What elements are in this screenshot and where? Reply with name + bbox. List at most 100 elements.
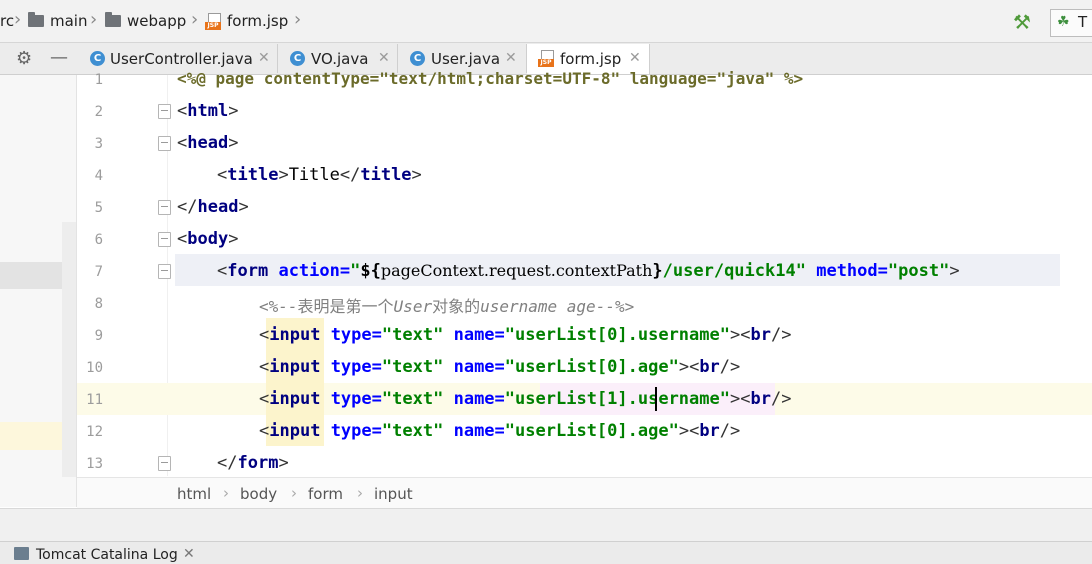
tag-name: input (269, 389, 321, 409)
navigation-bar: rc › main › webapp › JSP form.jsp › (0, 0, 1092, 43)
chevron-right-icon: › (14, 9, 22, 30)
structure-breadcrumb: html › body › form › input (77, 477, 1092, 508)
jsp-directive: <%@ page contentType="text/html;charset=… (177, 69, 804, 88)
tag-name: input (269, 325, 321, 345)
tomcat-icon: ☘ (1057, 14, 1070, 30)
attribute-name: type (330, 389, 372, 409)
fold-marker-icon[interactable] (158, 200, 171, 215)
tag-name: br (699, 421, 720, 441)
comment-marker: --%> (595, 297, 635, 316)
attribute-value: text (392, 325, 434, 345)
fold-marker-icon[interactable] (158, 264, 171, 279)
chevron-right-icon: › (223, 484, 229, 502)
line-number: 12 (86, 424, 103, 440)
tag-name: form (237, 453, 279, 473)
line-number: 10 (86, 360, 103, 376)
code-line-12: <input type="text" name="userList[0].age… (259, 421, 741, 441)
attribute-value: text (392, 389, 434, 409)
comment-marker: <%-- (259, 297, 298, 316)
breadcrumb-body[interactable]: body (240, 485, 277, 503)
code-line-9: <input type="text" name="userList[0].use… (259, 325, 792, 345)
attribute-name: name (453, 389, 495, 409)
line-number: 6 (94, 232, 103, 248)
comment-text: username age (480, 297, 596, 316)
line-number: 13 (86, 456, 103, 472)
comment-text: 对象的 (432, 297, 481, 316)
run-configuration-selector[interactable]: ☘ T (1050, 9, 1092, 37)
tab-label: User.java (431, 50, 501, 68)
close-icon[interactable]: ✕ (629, 50, 641, 66)
tag-name: html (187, 101, 229, 121)
run-configuration-label: T (1078, 13, 1088, 31)
tag-name: title (360, 165, 412, 185)
comment-text: 表明是第一个 (297, 297, 394, 316)
el-expression: pageContext.request.contextPath (380, 261, 653, 280)
tab-label: Tomcat Catalina Log (36, 547, 178, 563)
code-line-2: <html> (177, 101, 239, 121)
line-number: 1 (94, 72, 103, 88)
tag-name: head (197, 197, 239, 217)
attribute-value: userList[1].username (515, 389, 720, 409)
title-text: Title (288, 165, 340, 185)
breadcrumb-main[interactable]: main (50, 12, 87, 30)
fold-marker-icon[interactable] (158, 456, 171, 471)
code-line-8: <%--表明是第一个User对象的username age--%> (259, 293, 634, 317)
attribute-name: name (453, 421, 495, 441)
minimize-icon[interactable]: — (50, 47, 68, 68)
attribute-name: type (330, 357, 372, 377)
code-line-6: <body> (177, 229, 239, 249)
jsp-file-icon: JSP (205, 13, 221, 30)
breadcrumb-form[interactable]: form (308, 485, 343, 503)
breadcrumb-root[interactable]: rc (0, 12, 14, 30)
class-icon: C (90, 51, 105, 66)
tag-name: br (750, 325, 771, 345)
breadcrumb-webapp[interactable]: webapp (127, 12, 186, 30)
tool-window-area (0, 508, 1092, 542)
fold-marker-icon[interactable] (158, 232, 171, 247)
breadcrumb-file[interactable]: form.jsp (227, 12, 288, 30)
class-icon: C (290, 51, 305, 66)
attribute-name: type (330, 421, 372, 441)
close-icon[interactable]: ✕ (378, 50, 390, 66)
tag-name: br (750, 389, 771, 409)
line-number: 9 (94, 328, 103, 344)
code-line-10: <input type="text" name="userList[0].age… (259, 357, 741, 377)
fold-marker-icon[interactable] (158, 136, 171, 151)
code-line-13: </form> (217, 453, 289, 473)
attribute-value: /user/quick14 (662, 261, 796, 281)
jsp-file-icon: JSP (538, 50, 554, 67)
line-number: 5 (94, 200, 103, 216)
tag-name: title (227, 165, 279, 185)
line-number: 4 (94, 168, 103, 184)
fold-marker-icon[interactable] (158, 104, 171, 119)
attribute-name: name (453, 325, 495, 345)
attribute-value: text (392, 357, 434, 377)
line-number: 3 (94, 136, 103, 152)
close-icon[interactable]: ✕ (183, 546, 195, 562)
attribute-value: post (898, 261, 940, 281)
code-line-7: <form action="${pageContext.request.cont… (217, 261, 960, 281)
log-file-icon (14, 547, 29, 560)
close-icon[interactable]: ✕ (505, 50, 517, 66)
line-number: 7 (94, 264, 103, 280)
code-line-1: <%@ page contentType="text/html;charset=… (177, 69, 803, 88)
close-icon[interactable]: ✕ (258, 50, 270, 66)
tag-name: input (269, 421, 321, 441)
gutter-strip (62, 222, 76, 477)
class-icon: C (410, 51, 425, 66)
build-hammer-icon[interactable]: ⚒ (1013, 10, 1031, 34)
code-line-4: <title>Title</title> (217, 165, 422, 185)
breadcrumb-input[interactable]: input (374, 485, 413, 503)
line-number: 2 (94, 104, 103, 120)
breadcrumb-html[interactable]: html (177, 485, 211, 503)
attribute-name: type (330, 325, 372, 345)
gear-icon[interactable]: ⚙ (16, 48, 32, 69)
tag-name: head (187, 133, 229, 153)
folder-icon (105, 12, 121, 27)
code-line-11: <input type="text" name="userList[1].use… (259, 389, 792, 409)
tab-label: UserController.java (110, 50, 253, 68)
code-line-5: </head> (177, 197, 249, 217)
chevron-right-icon: › (357, 484, 363, 502)
attribute-value: userList[0].username (515, 325, 720, 345)
line-number: 11 (86, 392, 103, 408)
